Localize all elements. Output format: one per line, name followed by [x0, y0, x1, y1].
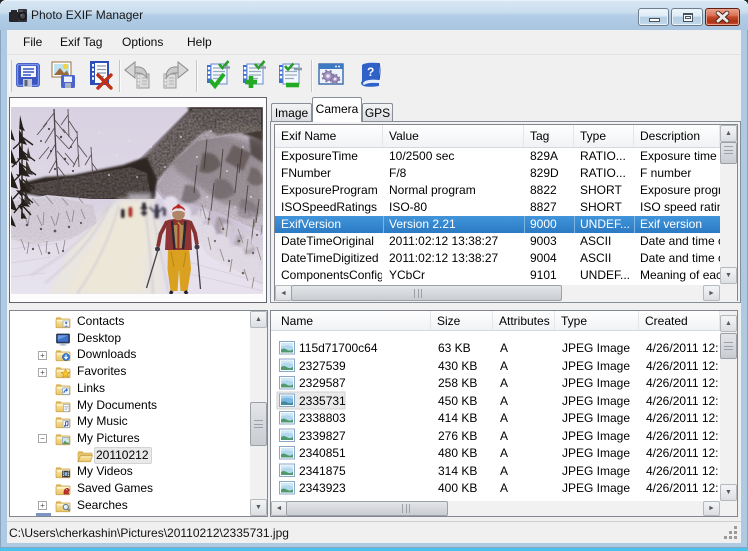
svg-text:?: ? [367, 65, 374, 79]
